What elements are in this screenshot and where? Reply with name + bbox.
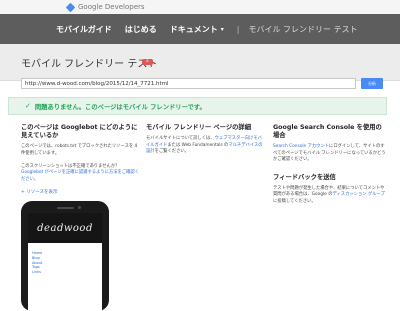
nav-separator: | — [236, 24, 240, 34]
discussion-group-link[interactable]: ディスカッション グループ — [333, 192, 385, 197]
body-text: このスクリーンショットは不正確でありませんか？ — [21, 163, 120, 169]
googlebot-view-section: このページは Googlebot にどのように見えているか このページでは、ro… — [21, 124, 139, 195]
check-icon: ✓ — [25, 102, 31, 110]
googlebot-help-link[interactable]: Googlebot がページを正確に認識するように方法をご確認ください。 — [21, 170, 139, 182]
section-title: フィードバックを送信 — [273, 173, 336, 181]
phone-speaker — [57, 207, 74, 209]
main-nav: モバイルガイド はじめる ドキュメント ▾ | モバイル フレンドリー テスト — [0, 14, 400, 44]
site-menu: Home Blog About Tags Links — [32, 251, 42, 275]
page-title: モバイル フレンドリー テスト — [21, 59, 158, 70]
top-bar: Google Developers — [0, 0, 400, 14]
analyze-button[interactable]: 分析 — [361, 78, 383, 89]
show-resources-link[interactable]: + リソースを表示 — [21, 189, 139, 195]
section-title: Google Search Console を使用の場合 — [273, 124, 382, 139]
section-body: モバイルサイトについて詳しくは、ウェブマスター向けモバイルガイドまたは Web … — [146, 136, 266, 156]
phone-camera — [78, 206, 81, 209]
search-console-account-link[interactable]: Search Console アカウント — [273, 144, 329, 149]
google-developers-logo[interactable]: Google Developers — [65, 2, 145, 12]
section-title: このページは Googlebot にどのように見えているか — [21, 124, 138, 139]
section-title: モバイル フレンドリー ページの詳細 — [146, 124, 252, 131]
phone-screen: deadwood Home Blog About Tags Links — [28, 213, 102, 311]
nav-item-getting-started[interactable]: はじめる — [125, 24, 157, 35]
beta-badge: β — [142, 59, 153, 65]
section-body: テストや問題が発生した場合や、結果についてコメントや質問がある場合は、Googl… — [273, 186, 387, 206]
nav-item-mobile-guide[interactable]: モバイルガイド — [56, 24, 112, 35]
body-text: このページでは、robots.txt でブロックされたリソースを 4 件使用して… — [21, 144, 138, 156]
section-body: このページでは、robots.txt でブロックされたリソースを 4 件使用して… — [21, 144, 139, 184]
search-console-section: Google Search Console を使用の場合 Search Cons… — [273, 124, 387, 164]
section-body: Search Console アカウントにログインして、サイトのすべてのページで… — [273, 144, 387, 164]
site-menu-item: Links — [32, 270, 41, 275]
beta-badge-label: β — [146, 59, 149, 64]
side-column: Google Search Console を使用の場合 Search Cons… — [273, 124, 387, 206]
body-text: または Web Fundamentals の — [167, 142, 229, 148]
chevron-down-icon: ▾ — [220, 25, 224, 33]
body-text: をご覧ください。 — [154, 149, 189, 155]
nav-label: ドキュメント — [169, 24, 218, 34]
google-developers-logo-icon — [65, 2, 76, 12]
site-logo-text: deadwood — [37, 222, 93, 234]
result-banner: ✓ 問題ありません。このページはモバイル フレンドリーです。 — [8, 97, 387, 115]
feedback-section: フィードバックを送信 テストや問題が発生した場合や、結果についてコメントや質問が… — [273, 174, 387, 206]
url-input[interactable] — [21, 78, 356, 89]
nav-item-current: モバイル フレンドリー テスト — [248, 24, 357, 35]
result-text: 問題ありません。このページはモバイル フレンドリーです。 — [34, 103, 206, 111]
nav-label: はじめる — [124, 24, 157, 34]
body-text: に投稿してください。 — [273, 198, 316, 204]
phone-preview: deadwood Home Blog About Tags Links — [21, 201, 109, 311]
logo-text: Google Developers — [78, 3, 145, 11]
page-header: モバイル フレンドリー テスト β — [0, 44, 400, 81]
mobile-friendly-details-section: モバイル フレンドリー ページの詳細 モバイルサイトについて詳しくは、ウェブマス… — [146, 124, 266, 156]
nav-item-documentation[interactable]: ドキュメント ▾ — [170, 24, 224, 35]
nav-label: モバイルガイド — [56, 24, 112, 34]
url-form: 分析 — [21, 78, 383, 89]
body-text: モバイルサイトについて詳しくは、 — [146, 136, 215, 141]
nav-label: モバイル フレンドリー テスト — [248, 24, 358, 34]
site-logo: deadwood — [28, 213, 102, 243]
